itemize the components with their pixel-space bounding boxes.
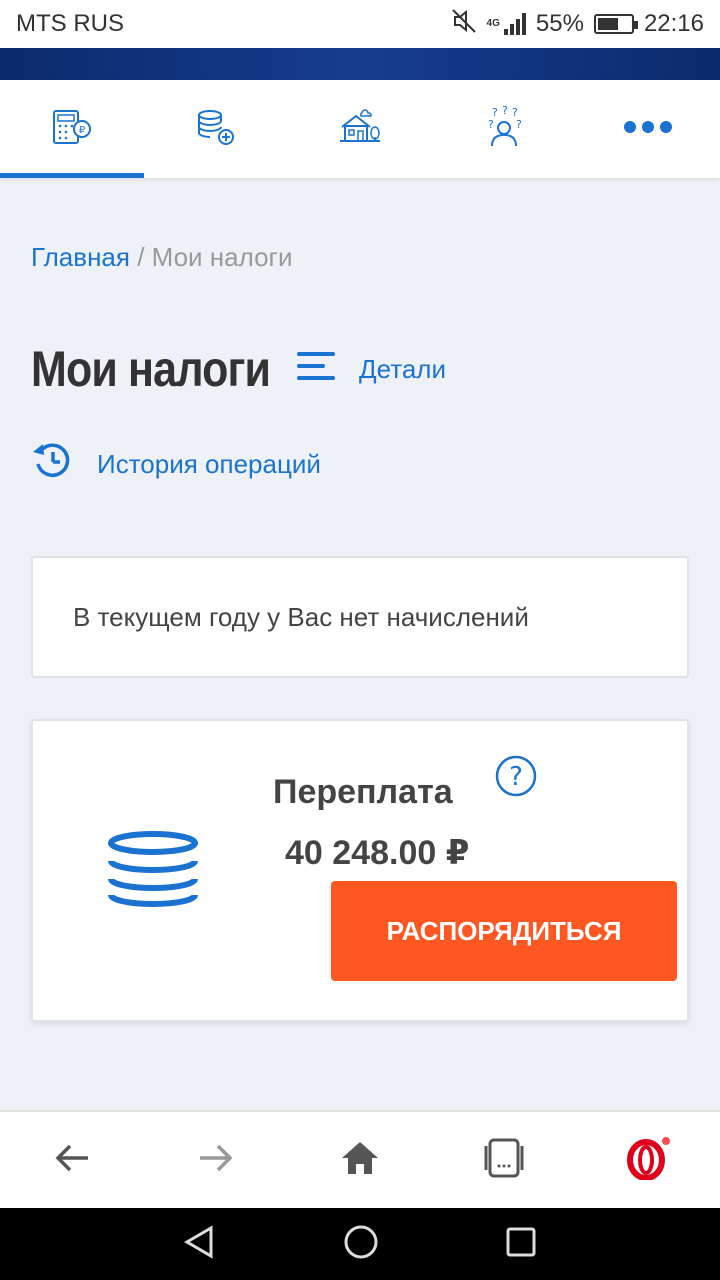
svg-text:?: ? xyxy=(502,106,508,117)
system-recents-icon[interactable] xyxy=(505,1226,537,1263)
svg-text:?: ? xyxy=(516,118,522,131)
nav-item-taxes[interactable]: ₽ xyxy=(0,80,144,178)
no-charges-card: В текущем году у Вас нет начислений xyxy=(31,556,689,678)
system-back-icon[interactable] xyxy=(183,1224,217,1264)
nav-item-more[interactable] xyxy=(576,80,720,178)
history-link[interactable]: История операций xyxy=(31,440,321,489)
help-question-icon[interactable]: ? xyxy=(495,755,537,802)
system-home-icon[interactable] xyxy=(343,1224,379,1265)
clock: 22:16 xyxy=(643,10,704,37)
no-charges-text: В текущем году у Вас нет начислений xyxy=(73,601,529,632)
coins-stack-icon xyxy=(105,831,201,916)
system-nav-bar xyxy=(0,1208,720,1280)
breadcrumb-separator: / xyxy=(129,242,152,272)
top-nav: ₽ ? ? ? ? ? xyxy=(0,80,720,178)
tabs-icon xyxy=(480,1138,528,1183)
status-icons: 4G 55% 22:16 xyxy=(451,8,704,41)
property-icon xyxy=(338,107,382,152)
signal-icon xyxy=(503,13,526,35)
svg-text:₽: ₽ xyxy=(79,125,86,136)
menu-lines-icon xyxy=(297,351,337,388)
breadcrumb-home-link[interactable]: Главная xyxy=(31,242,130,272)
breadcrumb: Главная / Мои налоги xyxy=(31,242,293,273)
mute-icon xyxy=(451,8,477,41)
questions-person-icon: ? ? ? ? ? xyxy=(482,104,526,153)
status-bar: MTS RUS 4G 55% 22:16 xyxy=(0,0,720,48)
history-clock-icon xyxy=(31,440,73,489)
overpayment-title: Переплата xyxy=(273,773,453,811)
more-dots-icon xyxy=(623,120,673,139)
svg-text:?: ? xyxy=(488,118,494,131)
header-band xyxy=(0,48,720,80)
browser-toolbar xyxy=(0,1110,720,1208)
overpayment-amount: 40 248.00 ₽ xyxy=(285,834,470,872)
network-type-label: 4G xyxy=(486,17,500,29)
battery-icon xyxy=(593,14,638,34)
calculator-ruble-icon: ₽ xyxy=(50,107,94,152)
opera-icon xyxy=(624,1136,672,1185)
back-arrow-icon xyxy=(54,1143,90,1178)
nav-item-property[interactable] xyxy=(288,80,432,178)
browser-home-button[interactable] xyxy=(288,1140,432,1181)
coins-plus-icon xyxy=(194,107,238,152)
breadcrumb-current: Мои налоги xyxy=(151,242,293,272)
opera-menu-button[interactable] xyxy=(576,1136,720,1185)
carrier-label: MTS RUS xyxy=(16,10,124,37)
browser-tabs-button[interactable] xyxy=(432,1138,576,1183)
svg-text:?: ? xyxy=(509,762,523,792)
title-row: Мои налоги Детали xyxy=(31,340,446,398)
browser-back-button[interactable] xyxy=(0,1143,144,1178)
home-icon xyxy=(340,1140,380,1181)
manage-button[interactable]: РАСПОРЯДИТЬСЯ xyxy=(331,881,677,981)
nav-item-questions[interactable]: ? ? ? ? ? xyxy=(432,80,576,178)
overpayment-card: Переплата ? 40 248.00 ₽ РАСПОРЯДИТЬСЯ xyxy=(31,719,689,1022)
browser-forward-button[interactable] xyxy=(144,1143,288,1178)
forward-arrow-icon xyxy=(198,1143,234,1178)
nav-item-payments[interactable] xyxy=(144,80,288,178)
details-link[interactable]: Детали xyxy=(297,351,446,388)
battery-percent: 55% xyxy=(535,10,584,37)
history-label: История операций xyxy=(97,449,321,479)
page-title: Мои налоги xyxy=(31,341,271,397)
details-label: Детали xyxy=(359,353,446,384)
